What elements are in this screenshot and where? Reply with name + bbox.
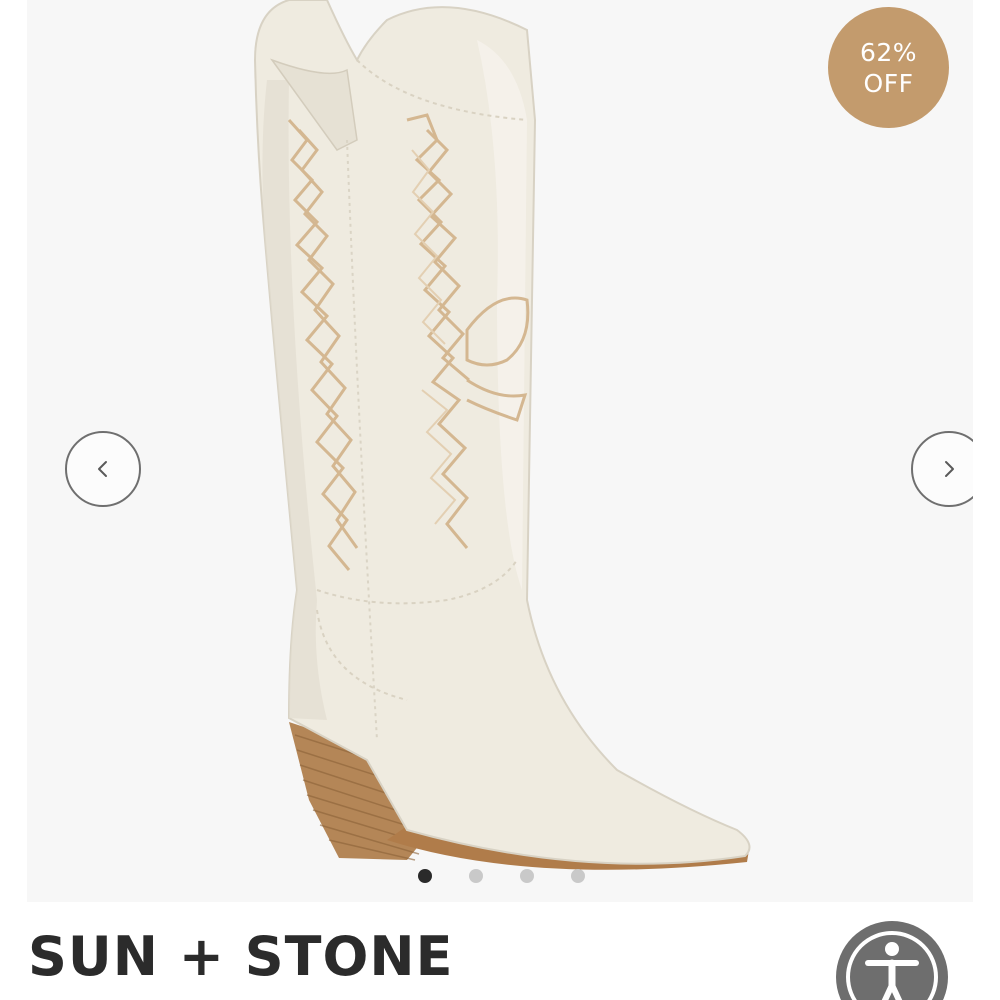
product-page: 62% OFF SUN + STONE xyxy=(0,0,1000,1000)
discount-percent: 62% xyxy=(859,37,918,67)
pagination-dot-1[interactable] xyxy=(418,869,432,883)
pagination-dot-4[interactable] xyxy=(571,869,585,883)
accessibility-person-icon xyxy=(865,942,919,1000)
product-image-gallery[interactable]: 62% OFF xyxy=(27,0,973,902)
accessibility-button[interactable] xyxy=(836,921,948,1000)
previous-image-button[interactable] xyxy=(65,431,141,507)
pagination-dot-3[interactable] xyxy=(520,869,534,883)
discount-label: OFF xyxy=(863,68,914,98)
product-image[interactable] xyxy=(27,0,973,902)
pagination-dot-2[interactable] xyxy=(469,869,483,883)
gallery-pagination xyxy=(418,869,585,883)
chevron-left-icon xyxy=(98,461,107,477)
accessibility-ring xyxy=(846,931,938,1000)
discount-badge: 62% OFF xyxy=(828,7,949,128)
brand-name[interactable]: SUN + STONE xyxy=(28,922,454,992)
chevron-right-icon xyxy=(945,461,954,477)
